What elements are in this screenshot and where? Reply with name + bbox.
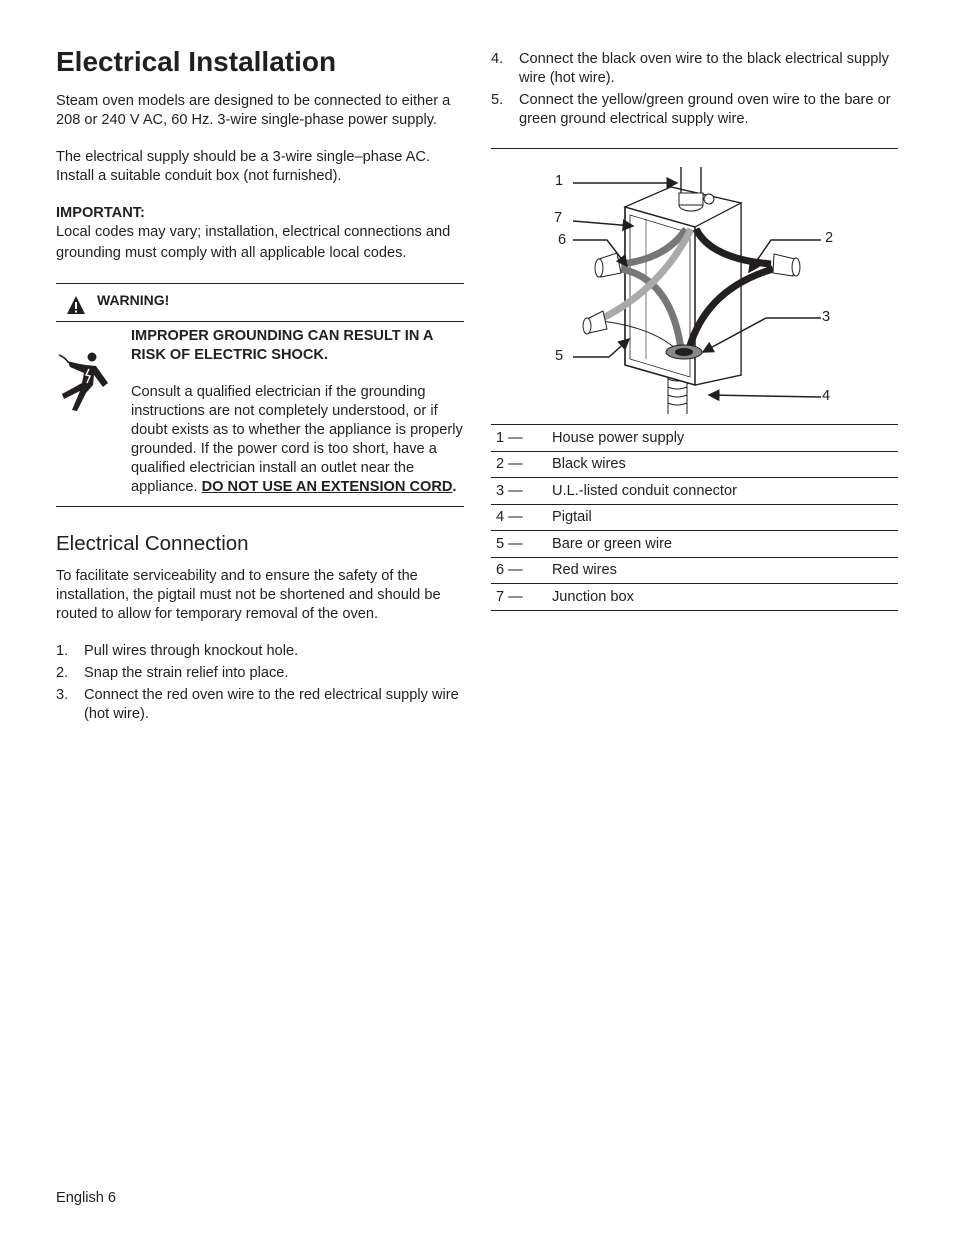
step-number: 5. bbox=[491, 92, 504, 108]
legend-label: Pigtail bbox=[552, 504, 898, 531]
step-number: 3. bbox=[56, 687, 69, 703]
warning-body: IMPROPER GROUNDING CAN RESULT IN A RISK … bbox=[56, 322, 464, 506]
legend-row: 5 — Bare or green wire bbox=[491, 530, 898, 558]
figure-legend: 1 — House power supply 2 — Black wires 3 —… bbox=[491, 424, 898, 611]
legend-number: 3 — bbox=[491, 477, 552, 505]
warning-description: Consult a qualified electrician if the g… bbox=[131, 383, 464, 497]
step-item: 3. Connect the red oven wire to the red e… bbox=[56, 686, 464, 724]
callout-5: 5 bbox=[555, 348, 564, 364]
legend-number: 1 — bbox=[491, 424, 552, 452]
step-item: 2. Snap the strain relief into place. bbox=[56, 664, 464, 683]
legend-number: 2 — bbox=[491, 451, 552, 478]
step-text: Connect the black oven wire to the black… bbox=[519, 51, 889, 86]
warning-title: IMPROPER GROUNDING CAN RESULT IN A RISK … bbox=[131, 328, 433, 363]
step-number: 2. bbox=[56, 665, 69, 681]
connection-paragraph: To facilitate serviceability and to ensu… bbox=[56, 568, 441, 622]
legend-row: 3 — U.L.-listed conduit connector bbox=[491, 477, 898, 505]
legend-label: Bare or green wire bbox=[552, 530, 898, 558]
callout-6: 6 bbox=[558, 232, 567, 248]
legend-row: 6 — Red wires bbox=[491, 557, 898, 584]
legend-number: 7 — bbox=[491, 583, 552, 611]
step-item: 1. Pull wires through knockout hole. bbox=[56, 642, 464, 661]
step-text: Connect the red oven wire to the red ele… bbox=[84, 687, 459, 722]
legend-row: 7 — Junction box bbox=[491, 583, 898, 611]
legend-number: 4 — bbox=[491, 504, 552, 531]
electric-shock-icon bbox=[58, 352, 108, 411]
steps-list-continued: 4. Connect the black oven wire to the bla… bbox=[491, 50, 898, 129]
legend-label: U.L.-listed conduit connector bbox=[552, 477, 898, 505]
page-title: Electrical Installation bbox=[56, 46, 337, 77]
step-text: Pull wires through knockout hole. bbox=[84, 643, 299, 659]
legend-row: 2 — Black wires bbox=[491, 451, 898, 478]
callout-3: 3 bbox=[822, 309, 831, 325]
legend-row: 4 — Pigtail bbox=[491, 504, 898, 531]
legend-number: 6 — bbox=[491, 557, 552, 584]
warning-header: WARNING! bbox=[56, 284, 464, 322]
callout-2: 2 bbox=[825, 230, 834, 246]
step-item: 4. Connect the black oven wire to the bla… bbox=[491, 50, 898, 88]
step-text: Connect the yellow/green ground oven wir… bbox=[519, 92, 891, 127]
warning-emphasis: DO NOT USE AN EXTENSION CORD bbox=[201, 479, 453, 495]
legend-label: Black wires bbox=[552, 451, 898, 478]
legend-label: Red wires bbox=[552, 557, 898, 584]
step-number: 4. bbox=[491, 51, 504, 67]
legend-label: Junction box bbox=[552, 583, 898, 611]
legend-number: 5 — bbox=[491, 530, 552, 558]
important-label: IMPORTANT: bbox=[56, 205, 145, 221]
step-item: 5. Connect the yellow/green ground oven w… bbox=[491, 91, 898, 129]
junction-box-diagram bbox=[572, 167, 822, 414]
callout-4: 4 bbox=[822, 388, 831, 404]
right-column: 4. Connect the black oven wire to the bla… bbox=[491, 50, 898, 611]
callout-7: 7 bbox=[554, 210, 563, 226]
warning-box: WARNING! IMPROPER GROUNDING CAN RESULT I… bbox=[56, 283, 464, 507]
page-footer: English 6 bbox=[56, 1190, 117, 1206]
steps-list: 1. Pull wires through knockout hole. 2. Sn… bbox=[56, 642, 464, 724]
legend-row: 1 — House power supply bbox=[491, 424, 898, 452]
legend-label: House power supply bbox=[552, 424, 898, 452]
left-column: Electrical Installation Steam oven model… bbox=[56, 44, 464, 727]
step-number: 1. bbox=[56, 643, 69, 659]
warning-label: WARNING! bbox=[97, 291, 170, 308]
junction-box-figure: 1 2 3 4 5 6 7 bbox=[491, 149, 898, 424]
warning-emphasis-suffix: . bbox=[452, 479, 457, 495]
intro-paragraph: Steam oven models are designed to be con… bbox=[56, 93, 451, 128]
intro-paragraph: The electrical supply should be a 3-wire… bbox=[56, 149, 430, 184]
warning-triangle-icon bbox=[67, 295, 85, 314]
callout-1: 1 bbox=[555, 173, 564, 189]
section-heading: Electrical Connection bbox=[56, 532, 249, 555]
step-text: Snap the strain relief into place. bbox=[84, 665, 289, 681]
important-text: Local codes may vary; installation, elec… bbox=[56, 224, 451, 261]
